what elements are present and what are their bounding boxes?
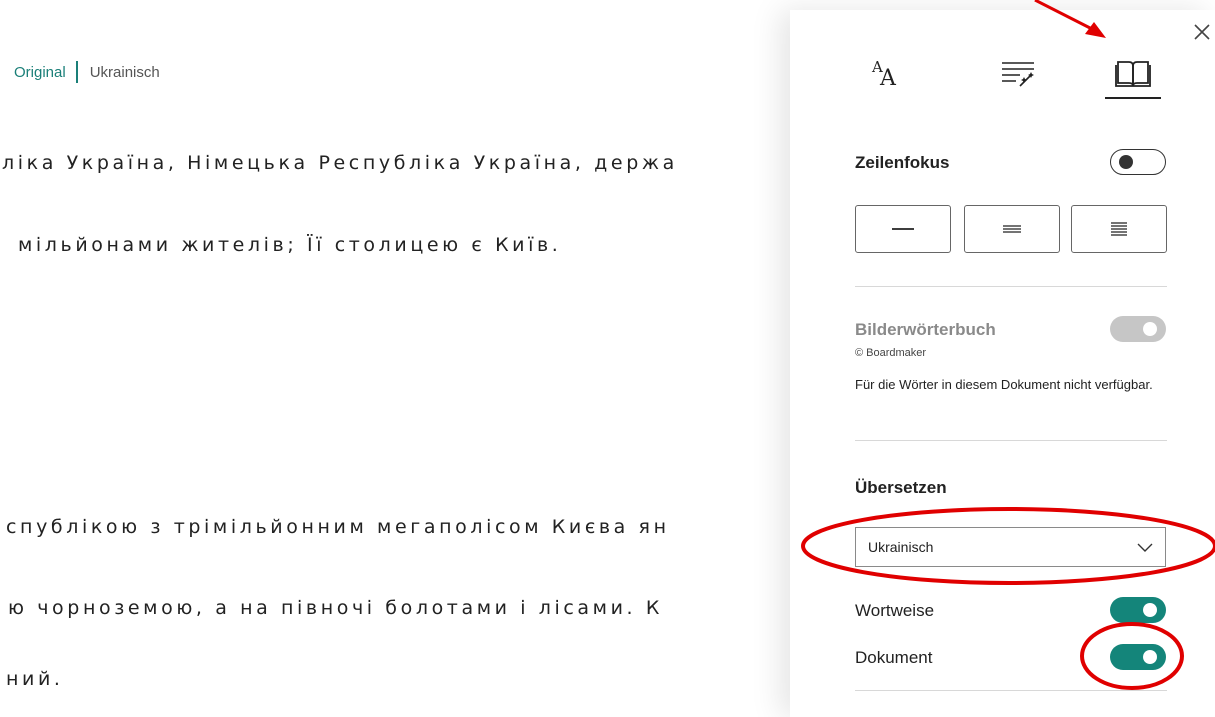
picture-dictionary-toggle[interactable] [1110,316,1166,342]
selected-language-value: Ukrainisch [868,539,934,555]
by-word-label: Wortweise [855,601,935,620]
picture-dictionary-note: Für die Wörter in diesem Dokument nicht … [855,377,1153,392]
section-divider [855,690,1167,691]
toggle-knob [1143,650,1157,664]
line-focus-one-line-button[interactable] [855,205,951,253]
document-toggle[interactable] [1110,644,1166,670]
toggle-knob [1119,155,1133,169]
line-focus-toggle[interactable] [1110,149,1166,175]
close-button[interactable] [1190,20,1214,44]
picture-dictionary-title: Bilderwörterbuch [855,320,996,339]
language-separator [75,61,78,83]
translate-title: Übersetzen [855,478,947,497]
reader-text-line: спублікою з трімільйонним мегаполісом Ки… [6,516,670,538]
line-focus-five-lines-button[interactable] [1071,205,1167,253]
document-label: Dokument [855,648,933,667]
one-line-icon [892,228,914,230]
line-focus-title: Zeilenfokus [855,153,950,172]
by-word-toggle[interactable] [1110,597,1166,623]
original-language-link[interactable]: Original [14,64,66,81]
tab-text-options[interactable]: A A [858,48,914,98]
toggle-knob [1143,322,1157,336]
five-lines-icon [1111,222,1127,236]
tab-grammar-options[interactable] [990,48,1046,98]
font-size-icon: A A [871,58,897,91]
translated-language-label[interactable]: Ukrainisch [90,64,160,81]
language-switcher: Original Ukrainisch [14,61,160,83]
reader-text-line: ю чорноземою, а на півночі болотами і лі… [8,597,663,619]
translation-language-select[interactable]: Ukrainisch [855,527,1166,567]
reader-text-line: ний. [6,668,64,690]
section-divider [855,286,1167,287]
section-divider [855,440,1167,441]
grammar-wand-icon [1002,62,1034,87]
reader-text-line: ліка Україна, Німецька Республіка Україн… [2,152,678,174]
toggle-knob [1143,603,1157,617]
svg-text:A: A [879,66,897,91]
close-icon [1194,24,1210,40]
selected-tab-indicator [1105,97,1161,99]
three-lines-icon [1003,225,1021,233]
tab-reading-preferences[interactable] [1105,48,1161,98]
open-book-icon [1115,61,1151,87]
reader-text-line: мільйонами жителів; Її столицею є Київ. [18,234,562,256]
boardmaker-copyright: © Boardmaker [855,347,927,359]
line-focus-three-lines-button[interactable] [964,205,1060,253]
chevron-down-icon [1137,543,1153,552]
